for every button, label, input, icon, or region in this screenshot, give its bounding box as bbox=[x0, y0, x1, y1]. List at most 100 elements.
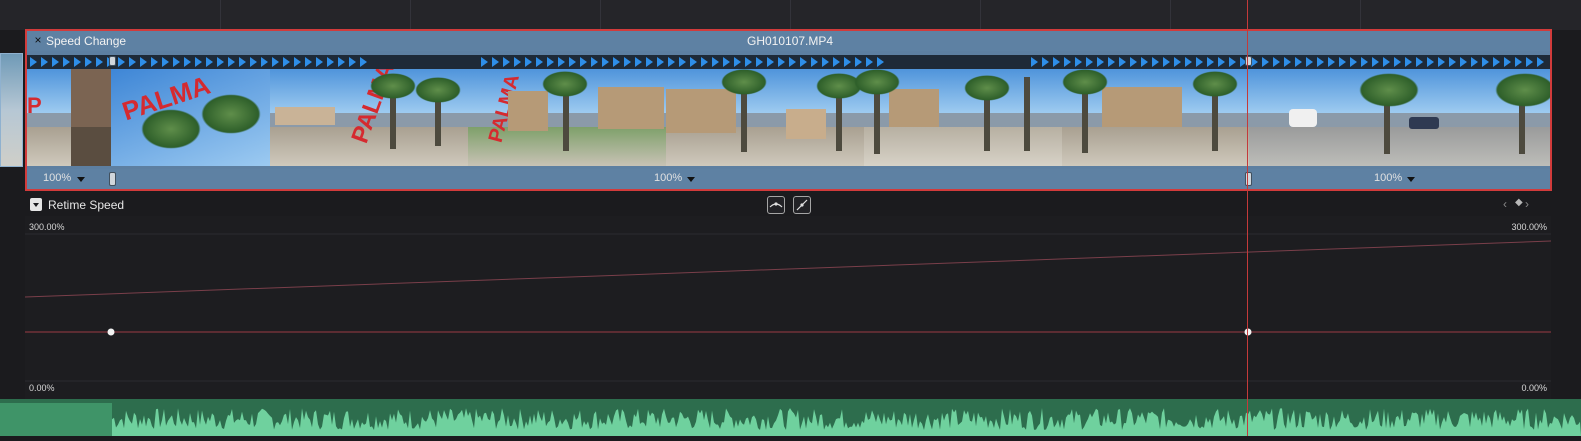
speed-direction-arrow-icon bbox=[1262, 57, 1269, 67]
speed-direction-arrow-icon bbox=[613, 57, 620, 67]
speed-direction-arrow-icon bbox=[261, 57, 268, 67]
speed-direction-arrow-icon bbox=[481, 57, 488, 67]
speed-direction-arrow-icon bbox=[591, 57, 598, 67]
thumbnail-frame: PALMA bbox=[111, 69, 270, 166]
speed-direction-arrow-icon bbox=[74, 57, 81, 67]
keyframe-diamond-icon[interactable]: ◆ bbox=[1515, 197, 1523, 208]
speed-direction-arrow-icon bbox=[360, 57, 367, 67]
speed-direction-arrow-icon bbox=[1438, 57, 1445, 67]
thumbnail-frame bbox=[1062, 69, 1249, 166]
speed-direction-arrow-icon bbox=[1526, 57, 1533, 67]
speed-direction-arrow-icon bbox=[789, 57, 796, 67]
speed-direction-arrow-icon bbox=[327, 57, 334, 67]
selected-video-clip[interactable]: × Speed Change GH010107.MP4 P PALMA PALM… bbox=[25, 29, 1552, 191]
speed-direction-arrow-icon bbox=[1174, 57, 1181, 67]
close-speed-change-icon[interactable]: × bbox=[32, 33, 44, 47]
speed-direction-arrow-icon bbox=[41, 57, 48, 67]
speed-direction-arrow-icon bbox=[756, 57, 763, 67]
speed-direction-arrow-icon bbox=[855, 57, 862, 67]
ease-curve-icon bbox=[769, 202, 783, 208]
speed-direction-arrow-icon bbox=[184, 57, 191, 67]
speed-direction-arrow-icon bbox=[1306, 57, 1313, 67]
speed-direction-arrow-icon bbox=[338, 57, 345, 67]
speed-direction-arrow-icon bbox=[1207, 57, 1214, 67]
speed-direction-arrow-icon bbox=[712, 57, 719, 67]
speed-direction-arrow-icon bbox=[1042, 57, 1049, 67]
speed-direction-arrow-icon bbox=[503, 57, 510, 67]
speed-direction-arrow-icon bbox=[1196, 57, 1203, 67]
speed-direction-arrow-icon bbox=[1350, 57, 1357, 67]
speed-direction-arrow-icon bbox=[1185, 57, 1192, 67]
clip-name: GH010107.MP4 bbox=[747, 34, 834, 48]
chevron-right-icon[interactable]: › bbox=[1525, 197, 1529, 211]
speed-direction-arrow-icon bbox=[646, 57, 653, 67]
speed-direction-arrow-icon bbox=[1130, 57, 1137, 67]
retime-speed-graph[interactable]: 300.00% 300.00% 0.00% 0.00% bbox=[25, 216, 1551, 399]
speed-direction-arrow-icon bbox=[602, 57, 609, 67]
speed-direction-arrow-icon bbox=[1493, 57, 1500, 67]
speed-curve-upper bbox=[25, 240, 1551, 298]
chevron-left-icon[interactable]: ‹ bbox=[1503, 197, 1507, 211]
retime-speed-title: Retime Speed bbox=[48, 198, 125, 212]
speed-direction-arrow-icon bbox=[877, 57, 884, 67]
speed-direction-arrow-icon bbox=[734, 57, 741, 67]
speed-direction-arrow-icon bbox=[1053, 57, 1060, 67]
ruler-divider bbox=[220, 0, 221, 30]
segment-speed-dropdown-icon[interactable] bbox=[77, 177, 85, 182]
ruler-divider bbox=[600, 0, 601, 30]
linear-curve-button[interactable] bbox=[793, 196, 811, 214]
speed-direction-arrow-icon bbox=[657, 57, 664, 67]
speed-direction-arrow-icon bbox=[866, 57, 873, 67]
speed-direction-arrow-icon bbox=[1108, 57, 1115, 67]
speed-direction-arrow-icon bbox=[767, 57, 774, 67]
speed-direction-arrow-icon bbox=[1405, 57, 1412, 67]
dropdown-toggle-icon[interactable] bbox=[30, 198, 42, 211]
speed-direction-arrow-icon bbox=[1218, 57, 1225, 67]
speed-direction-arrow-icon bbox=[140, 57, 147, 67]
speed-direction-arrow-icon bbox=[822, 57, 829, 67]
speed-direction-arrow-icon bbox=[1317, 57, 1324, 67]
speed-direction-arrow-icon bbox=[162, 57, 169, 67]
segment-speed-label[interactable]: 100% bbox=[654, 172, 682, 184]
ease-curve-button[interactable] bbox=[767, 196, 785, 214]
speed-direction-arrow-icon bbox=[63, 57, 70, 67]
speed-direction-arrow-icon bbox=[1163, 57, 1170, 67]
speed-keyframe-point[interactable] bbox=[1244, 328, 1252, 336]
speed-direction-arrow-icon bbox=[525, 57, 532, 67]
speed-direction-arrow-icon bbox=[701, 57, 708, 67]
speed-direction-arrow-icon bbox=[173, 57, 180, 67]
speed-point-handle-icon[interactable] bbox=[109, 172, 116, 186]
speed-direction-arrow-icon bbox=[316, 57, 323, 67]
speed-direction-arrow-icon bbox=[558, 57, 565, 67]
speed-direction-arrow-icon bbox=[547, 57, 554, 67]
speed-direction-arrow-icon bbox=[1482, 57, 1489, 67]
speed-direction-arrow-icon bbox=[1427, 57, 1434, 67]
speed-keyframe-point[interactable] bbox=[107, 328, 115, 336]
playhead[interactable] bbox=[1247, 0, 1248, 436]
speed-direction-arrow-icon bbox=[1471, 57, 1478, 67]
clip-header: × Speed Change GH010107.MP4 bbox=[27, 31, 1550, 51]
linear-curve-icon bbox=[796, 199, 808, 211]
speed-direction-arrow-icon bbox=[1075, 57, 1082, 67]
speed-point-handle-icon[interactable] bbox=[109, 56, 116, 66]
audio-waveform-track[interactable] bbox=[0, 399, 1581, 436]
thumbnail-frame: PALMA bbox=[468, 69, 666, 166]
speed-curve-plot bbox=[25, 233, 1551, 382]
segment-speed-label[interactable]: 100% bbox=[43, 172, 71, 184]
speed-direction-arrow-icon bbox=[569, 57, 576, 67]
speed-direction-arrow-icon bbox=[250, 57, 257, 67]
speed-direction-arrow-icon bbox=[1515, 57, 1522, 67]
previous-clip-thumbnail[interactable] bbox=[0, 53, 23, 167]
speed-direction-arrow-icon bbox=[1086, 57, 1093, 67]
clip-thumbnail-strip: P PALMA PALMA PALMA bbox=[27, 69, 1550, 166]
segment-speed-label[interactable]: 100% bbox=[1374, 172, 1402, 184]
segment-speed-dropdown-icon[interactable] bbox=[687, 177, 695, 182]
speed-direction-arrow-icon bbox=[1097, 57, 1104, 67]
segment-speed-dropdown-icon[interactable] bbox=[1407, 177, 1415, 182]
speed-direction-arrow-icon bbox=[1141, 57, 1148, 67]
ruler-divider bbox=[790, 0, 791, 30]
speed-direction-arrow-icon bbox=[723, 57, 730, 67]
thumbnail-frame: PALMA bbox=[270, 69, 468, 166]
ruler-divider bbox=[410, 0, 411, 30]
speed-direction-arrow-icon bbox=[1383, 57, 1390, 67]
